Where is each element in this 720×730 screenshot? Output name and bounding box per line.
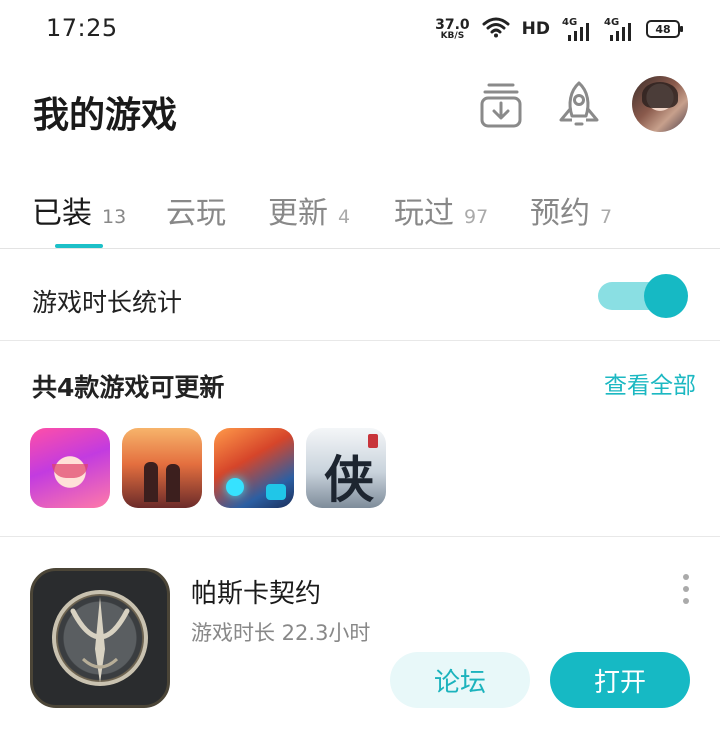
tab-bar: 已装 13 云玩 更新 4 玩过 97 预约 7 [0, 182, 720, 248]
game-name: 帕斯卡契约 [191, 579, 322, 609]
network-speed-value: 37.0 [435, 16, 470, 33]
download-tray-icon [480, 83, 522, 128]
tab-label: 预约 [530, 196, 590, 231]
divider [0, 536, 720, 537]
battery-level: 48 [655, 22, 671, 36]
more-dot-icon [683, 586, 689, 592]
open-game-button[interactable]: 打开 [550, 652, 690, 708]
download-manager-button[interactable] [476, 78, 526, 132]
sim2-network-label: 4G [604, 17, 620, 28]
more-dot-icon [683, 598, 689, 604]
game-playtime: 游戏时长 22.3小时 [191, 621, 371, 645]
more-dot-icon [683, 574, 689, 580]
tab-cloud-play[interactable]: 云玩 [166, 188, 226, 232]
update-game-thumb-1[interactable] [30, 428, 110, 508]
tab-label: 已装 [32, 196, 92, 231]
status-time: 17:25 [46, 14, 118, 42]
rocket-icon [559, 81, 599, 126]
tab-count: 13 [102, 206, 127, 228]
view-all-link[interactable]: 查看全部 [604, 366, 696, 400]
status-indicators: 37.0 KB/S HD 4G 4G 48 [435, 14, 683, 44]
more-options-button[interactable] [676, 574, 696, 604]
user-avatar[interactable] [632, 76, 688, 132]
network-speed: 37.0 KB/S [435, 18, 470, 41]
network-speed-unit: KB/S [440, 30, 465, 41]
tab-label: 云玩 [166, 196, 226, 231]
update-game-thumb-3[interactable] [214, 428, 294, 508]
playtime-stats-toggle[interactable] [598, 274, 688, 318]
updates-title: 共4款游戏可更新 [32, 373, 225, 402]
tab-reserved[interactable]: 预约 7 [530, 188, 612, 232]
tab-count: 4 [338, 206, 351, 228]
toggle-knob [644, 274, 688, 318]
sim1-network-label: 4G [562, 17, 578, 28]
signal-icon-sim1: 4G [562, 17, 592, 41]
update-game-thumb-2[interactable] [122, 428, 202, 508]
forum-button[interactable]: 论坛 [390, 652, 530, 708]
divider [0, 248, 720, 249]
tab-count: 7 [600, 206, 613, 228]
divider [0, 340, 720, 341]
tab-updates[interactable]: 更新 4 [268, 188, 350, 232]
battery-icon: 48 [646, 20, 683, 38]
tab-installed[interactable]: 已装 13 [32, 188, 126, 232]
game-emblem-icon [52, 590, 148, 686]
update-game-thumb-4[interactable]: 侠 [306, 428, 386, 508]
signal-icon-sim2: 4G [604, 17, 634, 41]
page-title: 我的游戏 [33, 95, 178, 136]
wifi-icon [482, 16, 510, 42]
tab-label: 玩过 [394, 196, 454, 231]
game-boost-button[interactable] [554, 78, 604, 132]
status-bar: 17:25 37.0 KB/S HD 4G 4G 48 [0, 0, 720, 60]
tab-count: 97 [464, 206, 489, 228]
playtime-stats-label: 游戏时长统计 [32, 288, 183, 317]
thumb-logo-text: 侠 [324, 450, 374, 508]
game-icon[interactable] [30, 568, 170, 708]
hd-indicator: HD [521, 19, 550, 39]
tab-played[interactable]: 玩过 97 [394, 188, 488, 232]
tab-label: 更新 [268, 196, 328, 231]
